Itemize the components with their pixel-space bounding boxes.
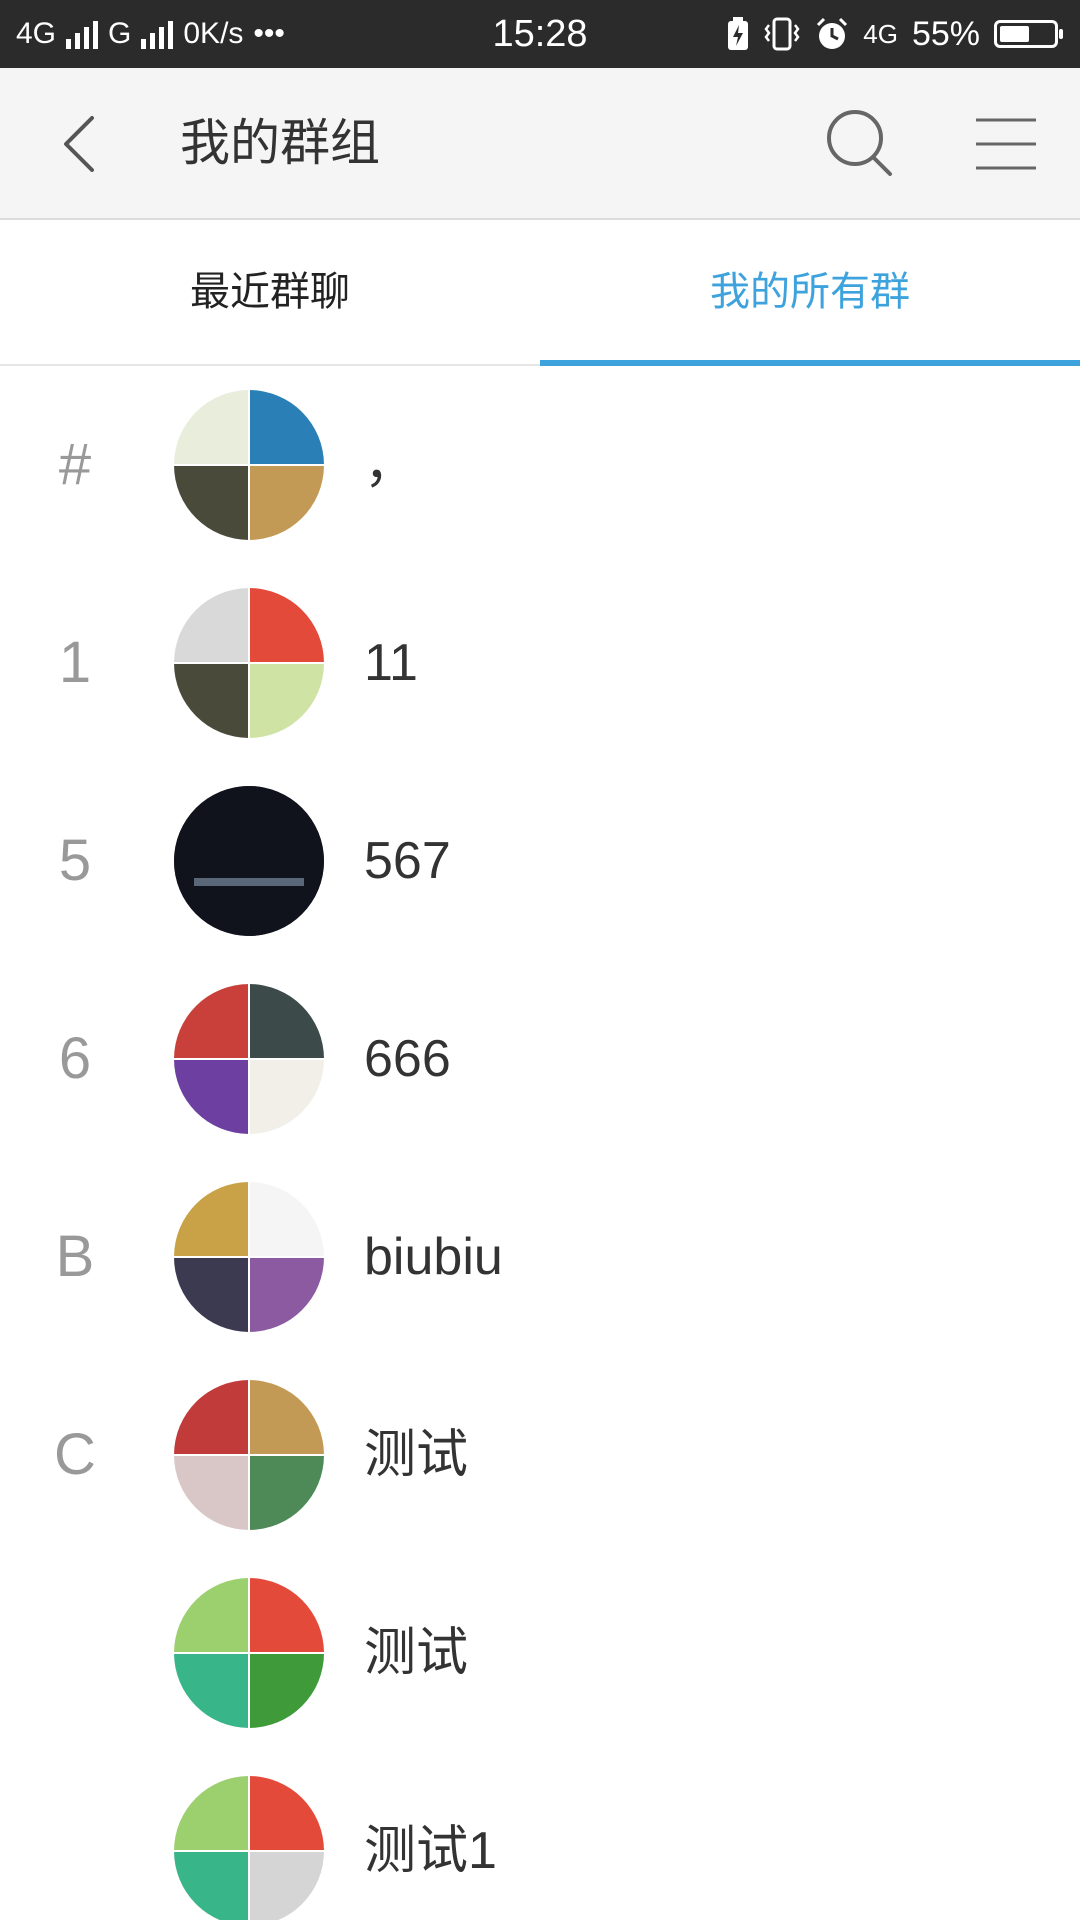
- index-letter: 6: [58, 1026, 92, 1091]
- page-title: 我的群组: [180, 114, 380, 172]
- index-letter: B: [55, 1224, 95, 1289]
- index-letter: [40, 1554, 110, 1752]
- group-row[interactable]: #，: [0, 366, 1080, 564]
- tab-bar: 最近群聊 我的所有群: [0, 220, 1080, 366]
- group-list[interactable]: #， 1 11 5 567 6 666 Bbiubiu C 测试 测试 测试1: [0, 366, 1080, 1920]
- tab-recent-groups[interactable]: 最近群聊: [0, 220, 540, 364]
- tab-all-groups[interactable]: 我的所有群: [540, 220, 1080, 364]
- menu-icon[interactable]: [968, 108, 1044, 180]
- index-letter: C: [54, 1422, 96, 1487]
- group-avatar: [174, 1380, 324, 1530]
- group-avatar: [174, 786, 324, 936]
- network-type-3: 4G: [863, 18, 898, 49]
- index-letter: 1: [58, 630, 92, 695]
- battery-icon: [994, 20, 1063, 48]
- vibrate-icon: [764, 17, 800, 51]
- group-avatar: [174, 390, 324, 540]
- group-row[interactable]: 5 567: [0, 762, 1080, 960]
- group-name: biubiu: [364, 1228, 503, 1286]
- group-name: 测试: [364, 1426, 469, 1484]
- group-name: 666: [364, 1030, 451, 1088]
- index-letter: [40, 1752, 110, 1920]
- status-bar: 4G G 0K/s ••• 15:28 4G 55%: [0, 0, 1080, 68]
- group-name: 测试: [364, 1624, 469, 1682]
- status-right: 4G 55%: [727, 0, 1063, 68]
- group-name: 11: [364, 634, 418, 692]
- index-letter: #: [58, 432, 92, 497]
- group-avatar: [174, 984, 324, 1134]
- group-name: 测试1: [364, 1822, 497, 1880]
- group-row[interactable]: Bbiubiu: [0, 1158, 1080, 1356]
- group-avatar: [174, 1776, 324, 1920]
- charging-icon: [728, 17, 749, 50]
- battery-percent: 55%: [911, 14, 980, 53]
- app-header: 我的群组: [0, 68, 1080, 220]
- group-avatar: [174, 588, 324, 738]
- back-chevron-icon[interactable]: [44, 104, 124, 184]
- alarm-icon: [817, 17, 848, 49]
- group-avatar: [174, 1182, 324, 1332]
- group-row[interactable]: 6 666: [0, 960, 1080, 1158]
- group-name: ，: [364, 436, 417, 494]
- battery-fill: [1000, 26, 1029, 42]
- group-row[interactable]: 1 11: [0, 564, 1080, 762]
- group-row[interactable]: 测试: [0, 1554, 1080, 1752]
- search-icon[interactable]: [820, 104, 900, 184]
- index-letter: 5: [58, 828, 92, 893]
- group-avatar: [174, 1578, 324, 1728]
- group-row[interactable]: C 测试: [0, 1356, 1080, 1554]
- group-row[interactable]: 测试1: [0, 1752, 1080, 1920]
- group-name: 567: [364, 832, 451, 890]
